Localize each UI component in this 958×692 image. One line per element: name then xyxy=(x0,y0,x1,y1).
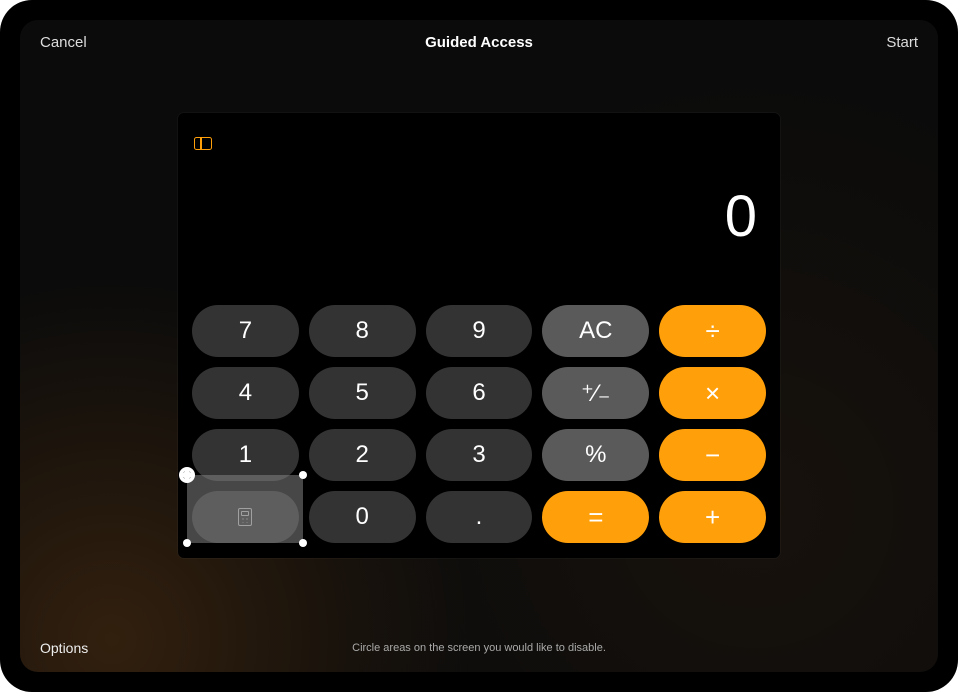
key-sign[interactable]: ⁺∕₋ xyxy=(542,367,649,419)
key-8[interactable]: 8 xyxy=(309,305,416,357)
page-title: Guided Access xyxy=(20,34,938,51)
resize-handle-top-left[interactable] xyxy=(183,471,191,479)
key-0[interactable]: 0 xyxy=(309,491,416,543)
ipad-frame: Cancel Guided Access Start 0 7 8 9 AC ÷ … xyxy=(0,0,958,692)
screen: Cancel Guided Access Start 0 7 8 9 AC ÷ … xyxy=(20,20,938,672)
minus-icon: − xyxy=(705,442,720,468)
key-decimal[interactable]: . xyxy=(426,491,533,543)
key-plus[interactable]: + xyxy=(659,491,766,543)
plus-icon: + xyxy=(705,504,720,530)
divide-icon: ÷ xyxy=(705,318,719,344)
calculator-display: 0 xyxy=(725,183,758,250)
start-button[interactable]: Start xyxy=(886,34,918,51)
resize-handle-bottom-right[interactable] xyxy=(299,539,307,547)
multiply-icon: × xyxy=(705,380,720,406)
cancel-button[interactable]: Cancel xyxy=(40,34,87,51)
sidebar-toggle-icon[interactable] xyxy=(194,137,212,150)
guided-access-navbar: Cancel Guided Access Start xyxy=(20,20,938,64)
key-7[interactable]: 7 xyxy=(192,305,299,357)
key-equals[interactable]: = xyxy=(542,491,649,543)
options-button[interactable]: Options xyxy=(40,640,88,656)
disabled-region[interactable]: ✕ xyxy=(187,475,303,543)
key-minus[interactable]: − xyxy=(659,429,766,481)
key-multiply[interactable]: × xyxy=(659,367,766,419)
resize-handle-bottom-left[interactable] xyxy=(183,539,191,547)
key-4[interactable]: 4 xyxy=(192,367,299,419)
resize-handle-top-right[interactable] xyxy=(299,471,307,479)
guided-access-bottombar: Options Circle areas on the screen you w… xyxy=(20,624,938,672)
key-9[interactable]: 9 xyxy=(426,305,533,357)
key-6[interactable]: 6 xyxy=(426,367,533,419)
key-ac[interactable]: AC xyxy=(542,305,649,357)
key-divide[interactable]: ÷ xyxy=(659,305,766,357)
key-1[interactable]: 1 xyxy=(192,429,299,481)
equals-icon: = xyxy=(588,504,603,530)
key-2[interactable]: 2 xyxy=(309,429,416,481)
key-percent[interactable]: % xyxy=(542,429,649,481)
app-preview-calculator[interactable]: 0 7 8 9 AC ÷ 4 5 6 ⁺∕₋ × 1 2 3 % − xyxy=(178,113,780,558)
key-5[interactable]: 5 xyxy=(309,367,416,419)
instruction-text: Circle areas on the screen you would lik… xyxy=(20,642,938,654)
key-3[interactable]: 3 xyxy=(426,429,533,481)
